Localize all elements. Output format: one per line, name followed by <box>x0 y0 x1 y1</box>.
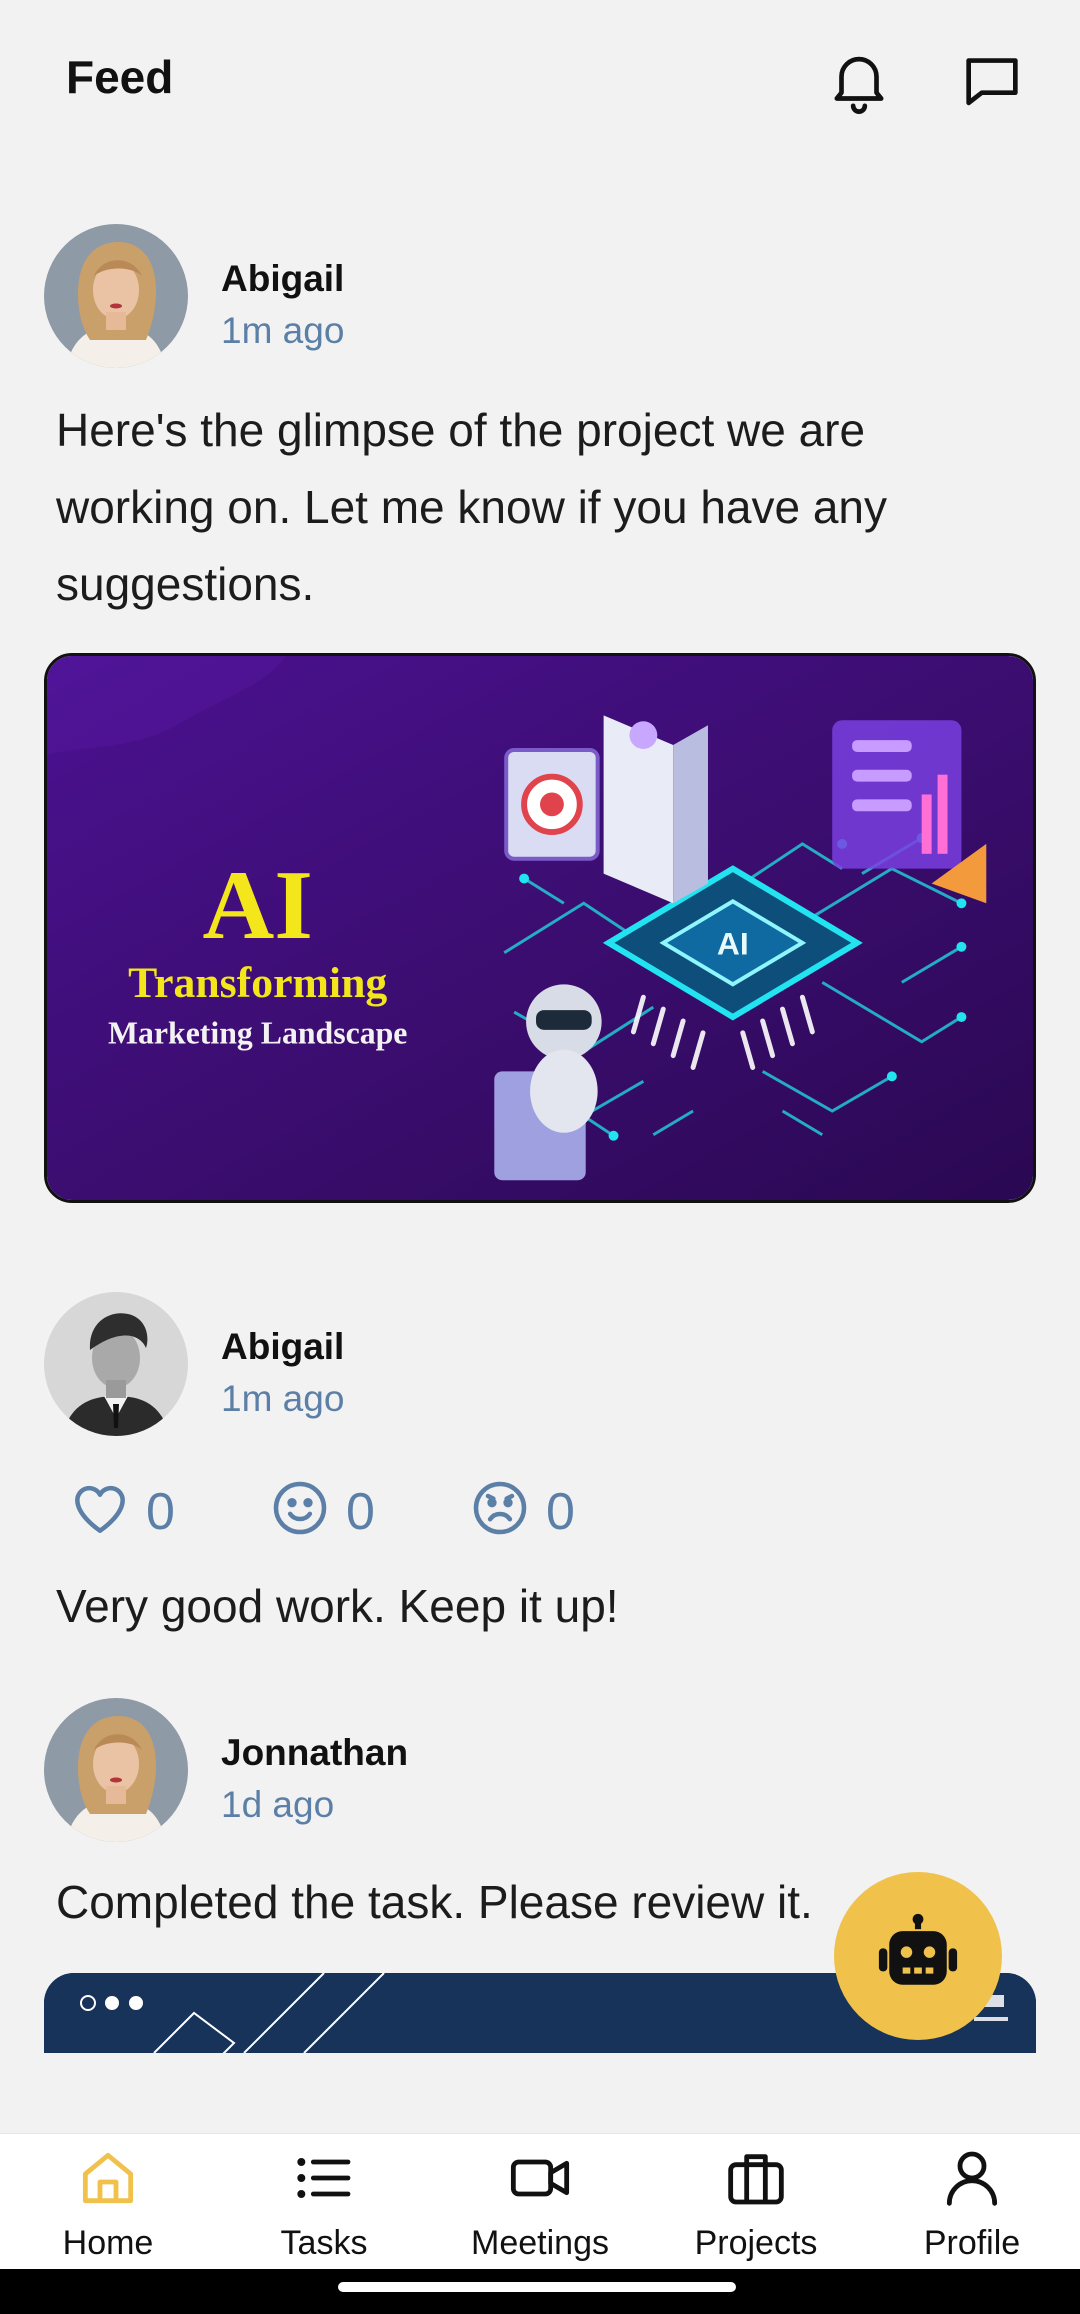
post-time: 1d ago <box>221 1784 335 1825</box>
nav-projects[interactable]: Projects <box>648 2134 864 2270</box>
top-bar: Feed <box>0 0 1080 160</box>
image-chip-label: AI <box>717 926 749 962</box>
avatar[interactable] <box>44 224 188 368</box>
video-camera-icon <box>508 2146 572 2210</box>
assistant-fab[interactable] <box>834 1872 1002 2040</box>
nav-meetings-label: Meetings <box>471 2224 609 2262</box>
heart-icon[interactable] <box>68 1476 132 1540</box>
nav-profile[interactable]: Profile <box>864 2134 1080 2270</box>
reactions-bar: 0 0 0 <box>68 1468 768 1548</box>
bell-icon[interactable] <box>824 46 894 116</box>
post-header[interactable]: Abigail 1m ago <box>44 1292 1044 1438</box>
person-icon <box>940 2146 1004 2210</box>
avatar[interactable] <box>44 1698 188 1842</box>
home-indicator[interactable] <box>338 2282 736 2292</box>
image-line1: Transforming <box>128 959 387 1007</box>
briefcase-icon <box>724 2146 788 2210</box>
post-author[interactable]: Abigail <box>221 1326 344 1368</box>
avatar[interactable] <box>44 1292 188 1436</box>
bottom-nav: Home Tasks Meetings Projects Profile <box>0 2133 1080 2269</box>
feed: Feed Abigail 1m ago Here's the glimpse o… <box>0 0 1080 2133</box>
chat-bubble-icon[interactable] <box>957 46 1027 116</box>
post-image[interactable]: AI Transforming Marketing Landscape AI <box>44 653 1036 1203</box>
post-author[interactable]: Abigail <box>221 258 344 300</box>
robot-icon <box>878 1913 958 1985</box>
nav-tasks[interactable]: Tasks <box>216 2134 432 2270</box>
list-icon <box>292 2146 356 2210</box>
post-time: 1m ago <box>221 310 345 351</box>
home-icon <box>76 2146 140 2210</box>
post-header[interactable]: Abigail 1m ago <box>44 224 1044 370</box>
page-title: Feed <box>66 51 174 103</box>
nav-profile-label: Profile <box>923 2224 1021 2262</box>
smile-count: 0 <box>346 1483 375 1541</box>
post-header[interactable]: Jonnathan 1d ago <box>44 1698 1044 1844</box>
nav-tasks-label: Tasks <box>280 2224 368 2262</box>
post-text: Here's the glimpse of the project we are… <box>56 404 888 610</box>
smile-icon[interactable] <box>268 1476 332 1540</box>
heart-count: 0 <box>146 1483 175 1541</box>
image-headline: AI <box>202 851 312 960</box>
post-author[interactable]: Jonnathan <box>221 1732 408 1774</box>
sad-icon[interactable] <box>468 1476 532 1540</box>
nav-meetings[interactable]: Meetings <box>432 2134 648 2270</box>
nav-home[interactable]: Home <box>0 2134 216 2270</box>
sad-count: 0 <box>546 1483 575 1541</box>
post-text: Very good work. Keep it up! <box>56 1580 619 1632</box>
image-line2: Marketing Landscape <box>108 1016 407 1051</box>
nav-projects-label: Projects <box>694 2224 818 2262</box>
post-time: 1m ago <box>221 1378 345 1419</box>
nav-home-label: Home <box>62 2224 154 2262</box>
